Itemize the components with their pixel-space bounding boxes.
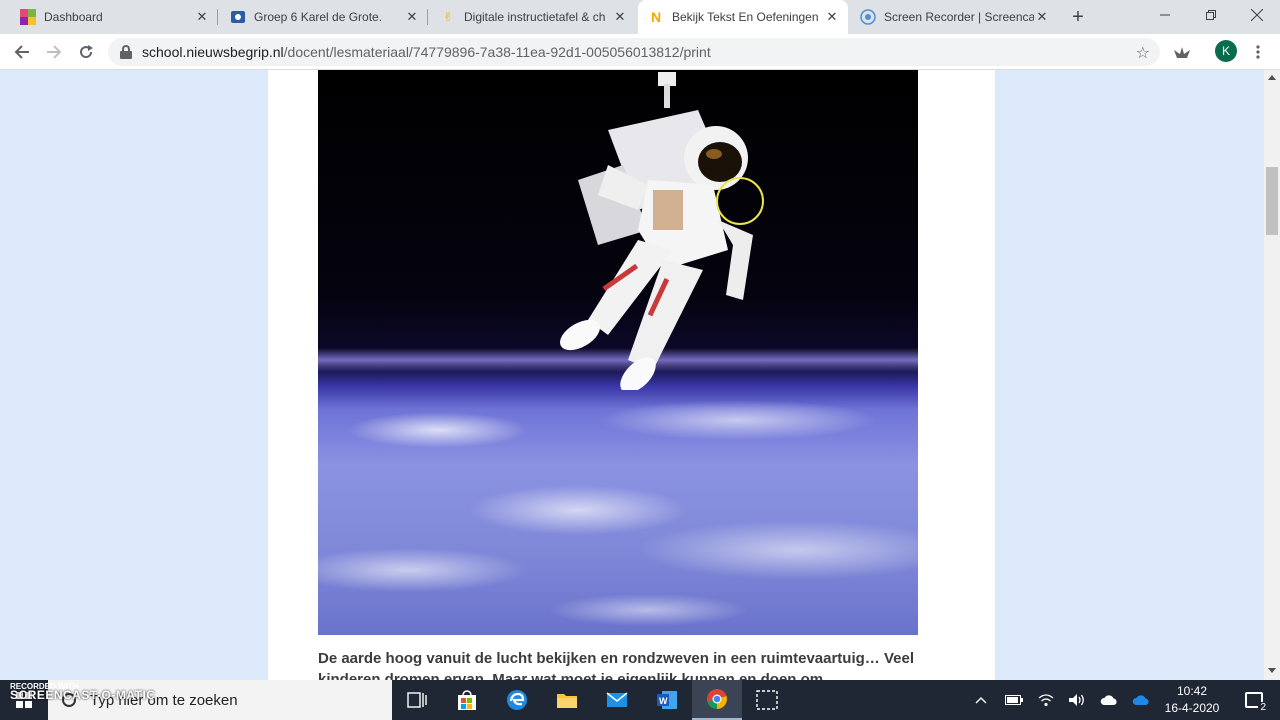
print-page: De aarde hoog vanuit de lucht bekijken e… xyxy=(268,70,995,680)
svg-text:W: W xyxy=(659,696,668,706)
page-scrollbar[interactable] xyxy=(1264,70,1280,680)
notification-icon: 2 xyxy=(1245,692,1268,713)
wifi-indicator[interactable] xyxy=(1034,680,1058,720)
browser-toolbar: school.nieuwsbegrip.nl/docent/lesmateria… xyxy=(0,34,1280,70)
tab-dashboard[interactable]: Dashboard ✕ xyxy=(10,0,218,34)
tab-title: Groep 6 Karel de Grote. xyxy=(254,10,383,24)
battery-icon xyxy=(1005,695,1023,705)
task-view-button[interactable] xyxy=(392,680,442,720)
tab-strip: Dashboard ✕ Groep 6 Karel de Grote. ✕ ✌ … xyxy=(0,0,1280,34)
action-center-button[interactable]: 2 xyxy=(1236,680,1272,720)
clock-time: 10:42 xyxy=(1176,684,1208,698)
screen-capture-icon xyxy=(756,690,778,710)
clock-date: 16-4-2020 xyxy=(1164,701,1220,715)
cloud-icon xyxy=(1100,695,1117,705)
reload-button[interactable] xyxy=(72,38,100,66)
word-icon: W xyxy=(657,691,677,709)
astronaut-figure xyxy=(560,72,753,390)
minimize-button[interactable] xyxy=(1142,0,1188,30)
tab-title: Screen Recorder | Screenca xyxy=(884,10,1034,24)
chevron-up-icon xyxy=(975,697,987,704)
notification-count: 2 xyxy=(1258,702,1268,713)
hand-icon: ✌ xyxy=(442,10,454,24)
url-text: school.nieuwsbegrip.nl/docent/lesmateria… xyxy=(142,44,711,60)
store-icon xyxy=(458,690,476,710)
volume-indicator[interactable] xyxy=(1064,680,1090,720)
new-tab-button[interactable]: + xyxy=(1066,5,1090,29)
dashboard-icon xyxy=(20,9,36,25)
windows-taskbar: Typ hier om te zoeken W 10:42 16-4-2020 … xyxy=(0,680,1280,720)
tab-screen-recorder[interactable]: Screen Recorder | Screenca ✕ xyxy=(850,0,1058,34)
folder-icon xyxy=(557,694,577,708)
task-view-icon xyxy=(407,692,427,708)
taskbar-screen-recorder[interactable] xyxy=(742,680,792,720)
edge-icon xyxy=(507,690,527,710)
chrome-icon xyxy=(707,689,727,709)
scroll-up-arrow-icon[interactable] xyxy=(1268,75,1276,80)
earth-clouds xyxy=(318,360,918,635)
watermark-brand: SCREENCAST-O-MATIC xyxy=(10,688,156,702)
article-intro: De aarde hoog vanuit de lucht bekijken e… xyxy=(318,650,914,680)
scrollbar-thumb[interactable] xyxy=(1266,167,1278,235)
extension-icon[interactable] xyxy=(1168,38,1196,66)
tab-bekijk-tekst[interactable]: N Bekijk Tekst En Oefeningen ✕ xyxy=(638,0,848,34)
tab-title: Bekijk Tekst En Oefeningen xyxy=(672,10,819,24)
tab-separator xyxy=(427,9,428,25)
back-button[interactable] xyxy=(8,38,36,66)
close-icon[interactable]: ✕ xyxy=(1034,9,1050,25)
tab-groep6[interactable]: Groep 6 Karel de Grote. ✕ xyxy=(220,0,428,34)
astronaut-photo xyxy=(318,70,918,635)
address-bar[interactable]: school.nieuwsbegrip.nl/docent/lesmateria… xyxy=(108,38,1160,66)
taskbar-store[interactable] xyxy=(442,680,492,720)
taskbar-clock[interactable]: 10:42 16-4-2020 xyxy=(1160,683,1224,717)
taskbar-file-explorer[interactable] xyxy=(542,680,592,720)
tab-title: Dashboard xyxy=(44,10,103,24)
close-icon[interactable]: ✕ xyxy=(194,9,210,25)
recording-watermark: RECORDED WITH SCREENCAST-O-MATIC xyxy=(10,682,156,702)
profile-avatar[interactable]: K xyxy=(1215,40,1237,62)
bookmark-star-icon[interactable]: ☆ xyxy=(1136,43,1150,63)
lock-icon xyxy=(120,45,132,59)
tab-separator xyxy=(217,9,218,25)
wifi-icon xyxy=(1038,694,1054,707)
restore-button[interactable] xyxy=(1188,0,1234,30)
close-icon[interactable]: ✕ xyxy=(404,9,420,25)
onedrive-business[interactable] xyxy=(1128,680,1154,720)
taskbar-chrome[interactable] xyxy=(692,680,742,720)
close-window-button[interactable] xyxy=(1234,0,1280,30)
close-icon[interactable]: ✕ xyxy=(824,9,840,25)
close-icon[interactable]: ✕ xyxy=(612,9,628,25)
tab-digitale-instructietafel[interactable]: ✌ Digitale instructietafel & ch ✕ xyxy=(430,0,636,34)
cloud-blue-icon xyxy=(1132,695,1149,705)
show-hidden-icons-button[interactable] xyxy=(970,680,992,720)
volume-icon xyxy=(1069,694,1084,706)
taskbar-word[interactable]: W xyxy=(642,680,692,720)
scroll-down-arrow-icon[interactable] xyxy=(1268,668,1276,673)
nieuwsbegrip-icon: N xyxy=(650,9,662,25)
menu-kebab-icon[interactable] xyxy=(1244,38,1272,66)
school-icon xyxy=(230,9,246,25)
record-icon xyxy=(860,9,876,25)
battery-indicator[interactable] xyxy=(1002,680,1026,720)
taskbar-mail[interactable] xyxy=(592,680,642,720)
onedrive-personal[interactable] xyxy=(1096,680,1122,720)
page-viewport: De aarde hoog vanuit de lucht bekijken e… xyxy=(0,70,1264,680)
url-path: /docent/lesmateriaal/74779896-7a38-11ea-… xyxy=(283,44,711,60)
mail-icon xyxy=(606,692,628,707)
cursor-highlight-ring xyxy=(716,177,764,225)
tab-title: Digitale instructietafel & ch xyxy=(464,10,606,24)
taskbar-edge[interactable] xyxy=(492,680,542,720)
url-host: school.nieuwsbegrip.nl xyxy=(142,44,284,60)
forward-button[interactable] xyxy=(40,38,68,66)
